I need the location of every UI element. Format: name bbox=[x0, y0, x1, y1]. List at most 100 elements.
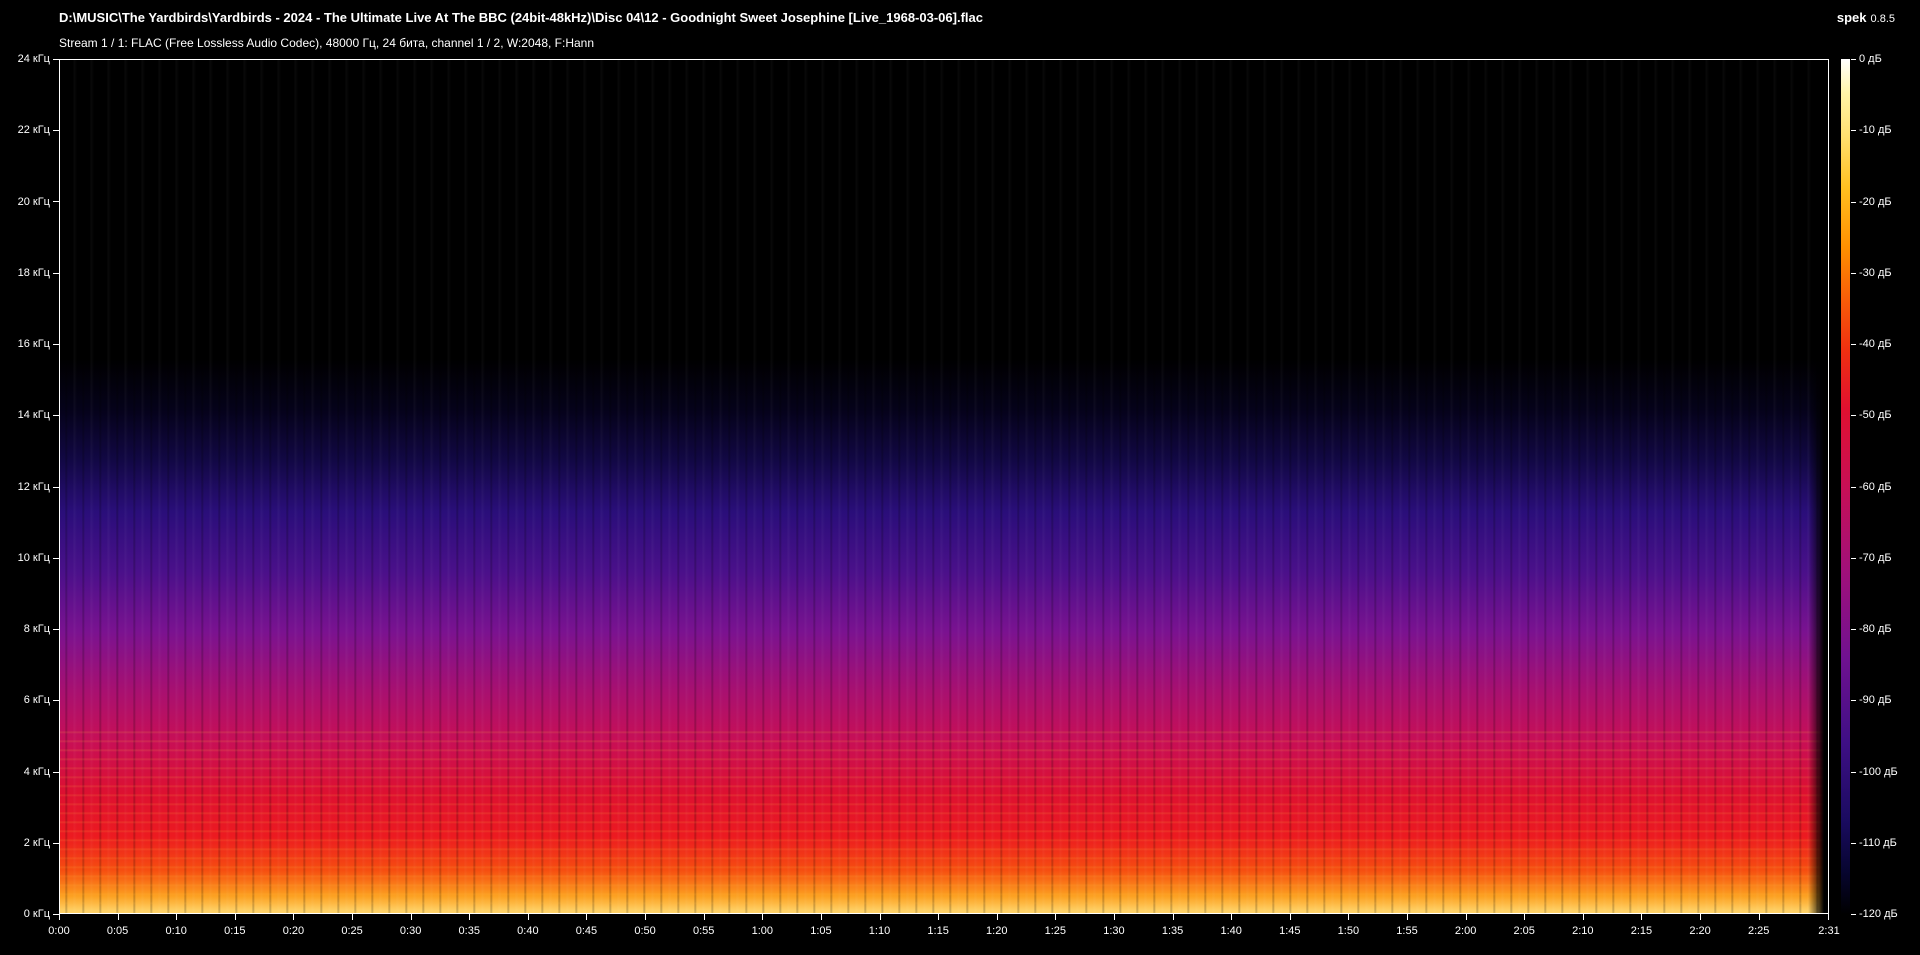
time-tick-label: 0:10 bbox=[165, 925, 187, 937]
time-tick-mark bbox=[352, 914, 353, 920]
db-tick-label: -80 дБ bbox=[1859, 623, 1892, 635]
frequency-tick-label: 18 кГц bbox=[17, 266, 50, 279]
frequency-tick-mark bbox=[53, 344, 59, 345]
frequency-tick-mark bbox=[53, 201, 59, 202]
app-brand: spek 0.8.5 bbox=[1837, 10, 1895, 25]
frequency-tick-mark bbox=[53, 487, 59, 488]
time-tick-label: 0:35 bbox=[458, 925, 480, 937]
frequency-tick-mark bbox=[53, 415, 59, 416]
time-tick-label: 1:45 bbox=[1279, 925, 1301, 937]
db-tick-mark bbox=[1851, 772, 1856, 773]
time-tick-mark bbox=[1641, 914, 1642, 920]
time-tick-mark bbox=[1700, 914, 1701, 920]
db-tick-label: -70 дБ bbox=[1859, 551, 1892, 564]
frequency-tick-mark bbox=[53, 59, 59, 60]
db-tick-mark bbox=[1851, 843, 1856, 844]
db-tick-label: -90 дБ bbox=[1859, 694, 1892, 707]
db-tick-mark bbox=[1851, 130, 1856, 131]
stream-info: Stream 1 / 1: FLAC (Free Lossless Audio … bbox=[59, 36, 595, 50]
time-tick-mark bbox=[1231, 914, 1232, 920]
time-tick-mark bbox=[1828, 914, 1829, 920]
time-tick-mark bbox=[1114, 914, 1115, 920]
time-tick-label: 1:30 bbox=[1103, 925, 1125, 937]
frequency-tick-mark bbox=[53, 558, 59, 559]
time-tick-mark bbox=[411, 914, 412, 920]
time-tick-label: 2:15 bbox=[1630, 925, 1653, 937]
db-tick-label: -10 дБ bbox=[1859, 124, 1892, 137]
time-tick-label: 0:00 bbox=[48, 925, 70, 937]
db-tick-label: -20 дБ bbox=[1859, 195, 1892, 208]
db-tick-label: -50 дБ bbox=[1859, 409, 1892, 422]
time-tick-mark bbox=[1290, 914, 1291, 920]
db-tick-mark bbox=[1851, 629, 1856, 630]
time-tick-label: 1:55 bbox=[1396, 925, 1418, 937]
db-tick-mark bbox=[1851, 59, 1856, 60]
time-tick-label: 2:10 bbox=[1572, 925, 1594, 937]
db-tick-label: -110 дБ bbox=[1859, 836, 1897, 849]
frequency-tick-mark bbox=[53, 700, 59, 701]
frequency-tick-mark bbox=[53, 130, 59, 131]
frequency-tick-label: 8 кГц bbox=[23, 623, 50, 635]
time-tick-mark bbox=[1173, 914, 1174, 920]
frequency-tick-label: 2 кГц bbox=[23, 836, 50, 849]
time-tick-label: 2:31 bbox=[1818, 925, 1840, 937]
time-tick-label: 1:20 bbox=[986, 925, 1008, 937]
spectrogram-plot bbox=[59, 59, 1829, 914]
db-tick-mark bbox=[1851, 914, 1856, 915]
time-tick-mark bbox=[938, 914, 939, 920]
time-tick-mark bbox=[704, 914, 705, 920]
time-tick-label: 0:50 bbox=[634, 925, 656, 937]
time-tick-mark bbox=[235, 914, 236, 920]
frequency-tick-label: 20 кГц bbox=[17, 195, 50, 208]
time-tick-label: 1:35 bbox=[1161, 925, 1184, 937]
db-tick-mark bbox=[1851, 700, 1856, 701]
time-tick-label: 0:40 bbox=[517, 925, 539, 937]
time-tick-label: 2:25 bbox=[1747, 925, 1770, 937]
frequency-tick-label: 0 кГц bbox=[23, 908, 50, 920]
file-path-title: D:\MUSIC\The Yardbirds\Yardbirds - 2024 … bbox=[59, 10, 983, 25]
time-tick-label: 2:00 bbox=[1454, 925, 1477, 937]
db-tick-label: -40 дБ bbox=[1859, 338, 1892, 350]
time-tick-label: 1:10 bbox=[868, 925, 891, 937]
db-tick-label: -120 дБ bbox=[1859, 908, 1898, 920]
time-tick-mark bbox=[176, 914, 177, 920]
time-tick-mark bbox=[1466, 914, 1467, 920]
frequency-tick-label: 6 кГц bbox=[23, 694, 50, 707]
db-tick-mark bbox=[1851, 558, 1856, 559]
db-tick-mark bbox=[1851, 344, 1856, 345]
frequency-tick-mark bbox=[53, 629, 59, 630]
time-tick-mark bbox=[1524, 914, 1525, 920]
app-name: spek bbox=[1836, 10, 1867, 25]
time-tick-label: 1:25 bbox=[1044, 925, 1067, 937]
time-tick-mark bbox=[586, 914, 587, 920]
time-tick-label: 0:05 bbox=[106, 925, 129, 937]
time-tick-mark bbox=[997, 914, 998, 920]
time-tick-label: 2:20 bbox=[1689, 925, 1711, 937]
time-tick-mark bbox=[645, 914, 646, 920]
time-tick-mark bbox=[1759, 914, 1760, 920]
db-tick-mark bbox=[1851, 202, 1856, 203]
time-tick-label: 0:20 bbox=[282, 925, 305, 937]
time-tick-mark bbox=[293, 914, 294, 920]
frequency-tick-mark bbox=[53, 273, 59, 274]
time-tick-label: 0:15 bbox=[224, 925, 246, 937]
time-tick-mark bbox=[1348, 914, 1349, 920]
time-tick-label: 1:50 bbox=[1337, 925, 1360, 937]
time-tick-mark bbox=[1407, 914, 1408, 920]
db-tick-mark bbox=[1851, 273, 1856, 274]
db-tick-label: -100 дБ bbox=[1859, 765, 1898, 778]
time-tick-label: 0:30 bbox=[399, 925, 422, 937]
frequency-tick-label: 10 кГц bbox=[17, 551, 50, 564]
time-tick-label: 1:05 bbox=[810, 925, 832, 937]
db-tick-label: 0 дБ bbox=[1859, 53, 1882, 65]
time-tick-label: 1:40 bbox=[1220, 925, 1242, 937]
time-tick-label: 1:15 bbox=[927, 925, 949, 937]
db-tick-mark bbox=[1851, 415, 1856, 416]
time-tick-mark bbox=[821, 914, 822, 920]
spectrogram-end-fade bbox=[1808, 60, 1828, 913]
frequency-tick-mark bbox=[53, 772, 59, 773]
db-tick-mark bbox=[1851, 487, 1856, 488]
app-version: 0.8.5 bbox=[1870, 13, 1895, 25]
frequency-tick-label: 4 кГц bbox=[23, 765, 50, 778]
frequency-tick-label: 16 кГц bbox=[17, 338, 50, 350]
